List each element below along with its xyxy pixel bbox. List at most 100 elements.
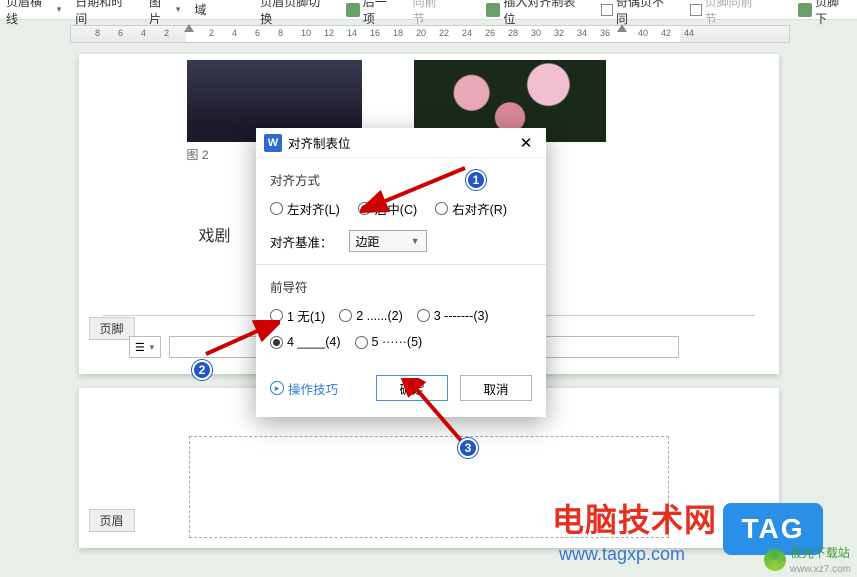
cancel-button[interactable]: 取消 [460,375,532,401]
ruler-tick: 18 [393,28,403,38]
radio-icon [358,202,371,215]
watermark-url: www.tagxp.com [559,544,685,565]
label: 图片 [149,0,173,27]
ribbon-toolbar: 页眉横线▾ 日期和时间 图片▾ 域 页眉页脚切换 后一项 同前节 插入对齐制表位… [0,0,857,20]
base-dropdown[interactable]: 边距 ▼ [349,230,427,252]
footer-same-prev-checkbox[interactable]: 页脚同前节 [690,0,765,27]
watermark-download-site: 极光下载站www.xz7.com [764,544,851,575]
align-center-radio[interactable]: 居中(C) [358,199,417,218]
leader-1-radio[interactable]: 1 无(1) [270,306,325,325]
radio-label: 4 ____(4) [287,335,341,349]
header-footer-switch-button[interactable]: 页眉页脚切换 [260,0,332,27]
label: 域 [194,1,206,18]
header-line-dropdown[interactable]: 页眉横线▾ [6,0,61,27]
image-caption: 图 2 [187,146,209,163]
ruler-tick: 24 [462,28,472,38]
ruler-tick: 34 [577,28,587,38]
align-tab-dialog: W 对齐制表位 ✕ 对齐方式 左对齐(L) 居中(C) 右对齐(R) 对齐基准：… [256,128,546,417]
ruler-tick: 44 [684,28,694,38]
label: 日期和时间 [75,0,135,27]
button-label: 取消 [483,379,508,398]
chevron-down-icon: ▾ [176,4,181,15]
ruler-tick: 8 [278,28,283,38]
leader-5-radio[interactable]: 5 ······(5) [355,335,423,349]
radio-icon [270,202,283,215]
horizontal-ruler[interactable]: 8 6 4 2 2 4 6 8 10 12 14 16 18 20 22 24 … [70,25,790,43]
footer-style-combo[interactable]: ☰▾ [129,336,161,358]
body-text[interactable]: 戏剧 [199,222,231,246]
leader-4-radio[interactable]: 4 ____(4) [270,335,341,349]
dialog-body: 对齐方式 左对齐(L) 居中(C) 右对齐(R) 对齐基准： 边距▼ 前导符 1… [256,158,546,365]
app-icon: W [264,134,282,152]
ruler-tick: 6 [118,28,123,38]
ruler-tick: 30 [531,28,541,38]
prev-section-button[interactable]: 后一项 [346,0,399,27]
chevron-down-icon: ▾ [150,342,155,353]
radio-label: 居中(C) [375,199,417,218]
tips-link[interactable]: ▸操作技巧 [270,379,338,398]
align-radio-row: 左对齐(L) 居中(C) 右对齐(R) [270,199,532,218]
dropdown-value: 边距 [356,233,380,250]
radio-icon [339,309,352,322]
ruler-tick: 32 [554,28,564,38]
label: 页脚同前节 [705,0,765,27]
radio-icon [270,309,283,322]
dialog-title: 对齐制表位 [288,133,351,152]
ruler-area: 8 6 4 2 2 4 6 8 10 12 14 16 18 20 22 24 … [0,20,857,48]
annotation-badge-1: 1 [466,170,486,190]
tab-icon [486,3,500,17]
annotation-badge-3: 3 [458,438,478,458]
dialog-titlebar[interactable]: W 对齐制表位 ✕ [256,128,546,158]
odd-even-diff-checkbox[interactable]: 奇偶页不同 [601,0,676,27]
ruler-indent-marker[interactable] [184,24,194,32]
radio-label: 左对齐(L) [287,199,340,218]
section-icon [346,3,360,17]
label: 页眉横线 [6,0,54,27]
ruler-tick: 20 [416,28,426,38]
annotation-badge-2: 2 [192,360,212,380]
radio-icon [355,336,368,349]
ruler-tick: 42 [661,28,671,38]
ruler-tick: 12 [324,28,334,38]
watermark-title: 电脑技术网 [552,495,717,541]
ruler-tick: 14 [347,28,357,38]
leader-3-radio[interactable]: 3 -------(3) [417,309,489,323]
ruler-tick: 40 [638,28,648,38]
align-right-radio[interactable]: 右对齐(R) [435,199,507,218]
button-label: 确定 [399,379,424,398]
ruler-tick: 4 [232,28,237,38]
ruler-indent-marker[interactable] [617,24,627,32]
site-logo-icon [764,549,786,571]
checkbox-icon [601,4,613,16]
radio-icon [417,309,430,322]
ruler-tick: 2 [209,28,214,38]
align-left-radio[interactable]: 左对齐(L) [270,199,340,218]
ruler-tick: 22 [439,28,449,38]
radio-label: 5 ······(5) [372,335,423,349]
ruler-tick: 4 [141,28,146,38]
label: 后一项 [363,0,399,27]
base-label: 对齐基准： [270,232,333,251]
radio-label: 1 无(1) [287,306,325,325]
ok-button[interactable]: 确定 [376,375,448,401]
footer-bottom-button[interactable]: 页脚下 [798,0,851,27]
same-prev-button[interactable]: 同前节 [413,0,449,27]
label: 插入对齐制表位 [503,0,587,27]
field-button[interactable]: 域 [194,1,206,18]
chevron-down-icon: ▼ [411,236,420,246]
leader-2-radio[interactable]: 2 ......(2) [339,309,403,323]
ruler-tick: 10 [301,28,311,38]
ruler-tick: 16 [370,28,380,38]
close-button[interactable]: ✕ [514,131,538,155]
picture-dropdown[interactable]: 图片▾ [149,0,180,27]
footer-icon [798,3,812,17]
insert-tab-button[interactable]: 插入对齐制表位 [486,0,587,27]
label: 页眉页脚切换 [260,0,332,27]
label: 同前节 [413,0,449,27]
site-url: www.xz7.com [790,564,851,575]
header-label[interactable]: 页眉 [89,509,135,532]
radio-label: 3 -------(3) [434,309,489,323]
datetime-button[interactable]: 日期和时间 [75,0,135,27]
close-icon: ✕ [520,134,533,152]
ruler-tick: 8 [95,28,100,38]
